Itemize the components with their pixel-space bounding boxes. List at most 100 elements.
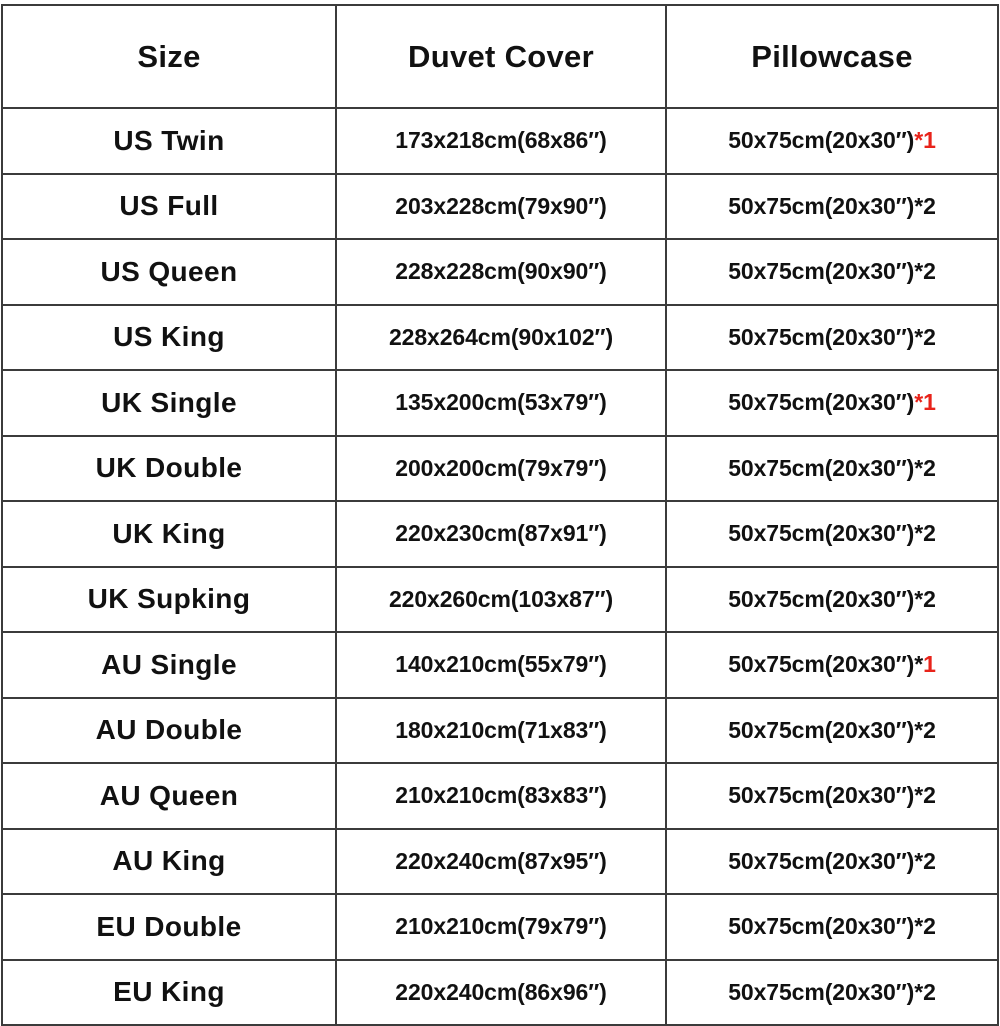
cell-duvet-cover: 203x228cm(79x90″) [335,172,667,240]
table-row: EU Double 210x210cm(79x79″) 50x75cm(20x30″… [1,893,999,961]
pillowcase-quantity: 2 [923,585,936,612]
cell-duvet-cover: 220x230cm(87x91″) [335,500,667,568]
column-header-size: Size [1,4,337,109]
cell-duvet-cover: 228x228cm(90x90″) [335,238,667,306]
table-row: EU King 220x240cm(86x96″) 50x75cm(20x30″)*… [1,958,999,1026]
cell-duvet-cover: 220x260cm(103x87″) [335,565,667,633]
table-header-row: Size Duvet Cover Pillowcase [1,4,999,109]
pillowcase-quantity: 2 [923,520,936,547]
cell-size: UK Double [1,434,337,502]
cell-size: UK King [1,500,337,568]
quantity-multiplier-icon: * [914,454,924,481]
table-body: US Twin 173x218cm(68x86″) 50x75cm(20x30″)*… [1,107,999,1026]
column-header-pillowcase: Pillowcase [665,4,999,109]
table-row: US Full 203x228cm(79x90″) 50x75cm(20x30″)*… [1,172,999,240]
pillowcase-quantity: 1 [923,389,936,416]
pillowcase-quantity: 1 [923,127,936,154]
cell-duvet-cover: 135x200cm(53x79″) [335,369,667,437]
quantity-multiplier-icon: * [914,127,924,154]
cell-duvet-cover: 220x240cm(86x96″) [335,958,667,1026]
pillowcase-quantity: 2 [923,454,936,481]
table-row: UK Double 200x200cm(79x79″) 50x75cm(20x30″… [1,434,999,502]
pillowcase-dimensions: 50x75cm(20x30″) [728,258,915,285]
cell-pillowcase: 50x75cm(20x30″)*2 [665,172,999,240]
cell-size: AU Single [1,631,337,699]
pillowcase-dimensions: 50x75cm(20x30″) [728,323,915,350]
pillowcase-quantity: 2 [923,782,936,809]
table-row: AU Queen 210x210cm(83x83″) 50x75cm(20x30″)… [1,762,999,830]
pillowcase-dimensions: 50x75cm(20x30″) [728,520,915,547]
cell-pillowcase: 50x75cm(20x30″)*2 [665,434,999,502]
pillowcase-dimensions: 50x75cm(20x30″) [728,716,915,743]
quantity-multiplier-icon: * [914,782,924,809]
pillowcase-dimensions: 50x75cm(20x30″) [728,454,915,481]
cell-size: EU King [1,958,337,1026]
pillowcase-dimensions: 50x75cm(20x30″) [728,782,915,809]
cell-duvet-cover: 228x264cm(90x102″) [335,303,667,371]
pillowcase-quantity: 2 [923,716,936,743]
cell-size: US Twin [1,107,337,175]
quantity-multiplier-icon: * [914,389,924,416]
table-row: AU King 220x240cm(87x95″) 50x75cm(20x30″)*… [1,827,999,895]
pillowcase-quantity: 2 [923,323,936,350]
pillowcase-dimensions: 50x75cm(20x30″) [728,913,915,940]
quantity-multiplier-icon: * [914,258,924,285]
pillowcase-dimensions: 50x75cm(20x30″) [728,978,915,1005]
table-row: UK Supking 220x260cm(103x87″) 50x75cm(20x3… [1,565,999,633]
quantity-multiplier-icon: * [914,192,924,219]
quantity-multiplier-icon: * [914,323,924,350]
cell-size: US Full [1,172,337,240]
cell-size: AU King [1,827,337,895]
quantity-multiplier-icon: * [914,716,924,743]
table-row: UK Single 135x200cm(53x79″) 50x75cm(20x30″… [1,369,999,437]
cell-pillowcase: 50x75cm(20x30″)*2 [665,827,999,895]
bedding-size-table: Size Duvet Cover Pillowcase US Twin 173x2… [1,4,999,1026]
cell-duvet-cover: 210x210cm(79x79″) [335,893,667,961]
table-row: UK King 220x230cm(87x91″) 50x75cm(20x30″)*… [1,500,999,568]
quantity-multiplier-icon: * [914,913,924,940]
quantity-multiplier-icon: * [914,520,924,547]
cell-duvet-cover: 140x210cm(55x79″) [335,631,667,699]
cell-pillowcase: 50x75cm(20x30″)*2 [665,238,999,306]
cell-pillowcase: 50x75cm(20x30″)*1 [665,631,999,699]
cell-pillowcase: 50x75cm(20x30″)*2 [665,500,999,568]
cell-pillowcase: 50x75cm(20x30″)*2 [665,893,999,961]
pillowcase-quantity: 2 [923,978,936,1005]
quantity-multiplier-icon: * [914,651,924,678]
pillowcase-quantity: 2 [923,847,936,874]
cell-duvet-cover: 173x218cm(68x86″) [335,107,667,175]
cell-duvet-cover: 220x240cm(87x95″) [335,827,667,895]
cell-size: US Queen [1,238,337,306]
table-row: US Queen 228x228cm(90x90″) 50x75cm(20x30″)… [1,238,999,306]
table-header: Size Duvet Cover Pillowcase [1,4,999,109]
cell-size: UK Supking [1,565,337,633]
cell-pillowcase: 50x75cm(20x30″)*1 [665,107,999,175]
pillowcase-quantity: 2 [923,913,936,940]
pillowcase-dimensions: 50x75cm(20x30″) [728,389,915,416]
table-row: AU Double 180x210cm(71x83″) 50x75cm(20x30″… [1,696,999,764]
column-header-duvet-cover: Duvet Cover [335,4,667,109]
cell-pillowcase: 50x75cm(20x30″)*2 [665,958,999,1026]
quantity-multiplier-icon: * [914,978,924,1005]
table-row: US King 228x264cm(90x102″) 50x75cm(20x30″)… [1,303,999,371]
cell-size: AU Queen [1,762,337,830]
cell-pillowcase: 50x75cm(20x30″)*2 [665,696,999,764]
cell-pillowcase: 50x75cm(20x30″)*2 [665,762,999,830]
pillowcase-dimensions: 50x75cm(20x30″) [728,585,915,612]
cell-duvet-cover: 180x210cm(71x83″) [335,696,667,764]
cell-size: EU Double [1,893,337,961]
size-chart-sheet: Size Duvet Cover Pillowcase US Twin 173x2… [0,0,1000,1026]
cell-duvet-cover: 200x200cm(79x79″) [335,434,667,502]
cell-size: UK Single [1,369,337,437]
cell-pillowcase: 50x75cm(20x30″)*2 [665,565,999,633]
pillowcase-dimensions: 50x75cm(20x30″) [728,847,915,874]
pillowcase-quantity: 2 [923,258,936,285]
pillowcase-dimensions: 50x75cm(20x30″) [728,127,915,154]
table-row: AU Single 140x210cm(55x79″) 50x75cm(20x30″… [1,631,999,699]
cell-duvet-cover: 210x210cm(83x83″) [335,762,667,830]
pillowcase-dimensions: 50x75cm(20x30″) [728,192,915,219]
cell-size: US King [1,303,337,371]
table-row: US Twin 173x218cm(68x86″) 50x75cm(20x30″)*… [1,107,999,175]
cell-size: AU Double [1,696,337,764]
pillowcase-quantity: 2 [923,192,936,219]
